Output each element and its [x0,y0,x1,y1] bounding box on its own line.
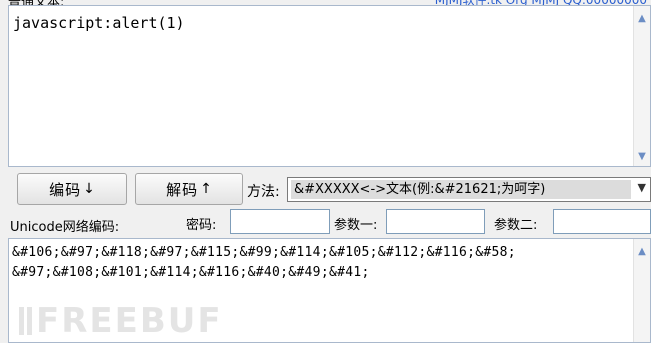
encode-button-label: 编码 [49,180,82,199]
decode-button-label: 解码 [166,180,199,199]
source-text: javascript:alert(1) [13,14,185,32]
decode-button[interactable]: 解码 ↑ [135,173,243,205]
param1-input[interactable] [386,209,485,234]
output-line: &#106;&#97;&#118;&#97;&#115;&#99;&#114;&… [12,245,516,260]
watermark-text: FREEBUF [36,301,223,341]
password-input[interactable] [230,209,330,234]
arrow-up-icon: ↑ [200,181,212,197]
encode-button[interactable]: 编码 ↓ [17,173,127,205]
output-textarea[interactable]: &#106;&#97;&#118;&#97;&#115;&#99;&#114;&… [8,238,651,343]
arrow-down-icon: ↓ [83,181,95,197]
watermark: FREEBUF [19,301,223,341]
chevron-down-icon[interactable]: ▼ [638,181,646,194]
chevron-down-icon[interactable]: ▼ [634,148,650,164]
output-scrollbar[interactable]: ▲ [633,239,650,342]
password-label: 密码: [186,218,217,233]
method-label: 方法: [247,184,280,200]
param2-input[interactable] [553,209,651,234]
unicode-output-label: Unicode网络编码: [10,220,120,235]
watermark-logo-icon [19,307,32,335]
chevron-up-icon[interactable]: ▲ [634,10,650,26]
output-line: &#97;&#108;&#101;&#114;&#116;&#40;&#49;&… [12,265,370,280]
source-scrollbar[interactable]: ▲ ▼ [633,6,650,166]
source-textarea[interactable]: javascript:alert(1) ▲ ▼ [8,5,651,167]
method-selected-value: &#XXXXX<->文本(例:&#21621;为呵字) [291,180,631,199]
output-text: &#106;&#97;&#118;&#97;&#115;&#99;&#114;&… [12,243,632,283]
chevron-up-icon[interactable]: ▲ [634,243,650,259]
param1-label: 参数一: [334,218,378,233]
param2-label: 参数二: [494,218,538,233]
method-select[interactable]: &#XXXXX<->文本(例:&#21621;为呵字) ▼ [287,177,651,202]
